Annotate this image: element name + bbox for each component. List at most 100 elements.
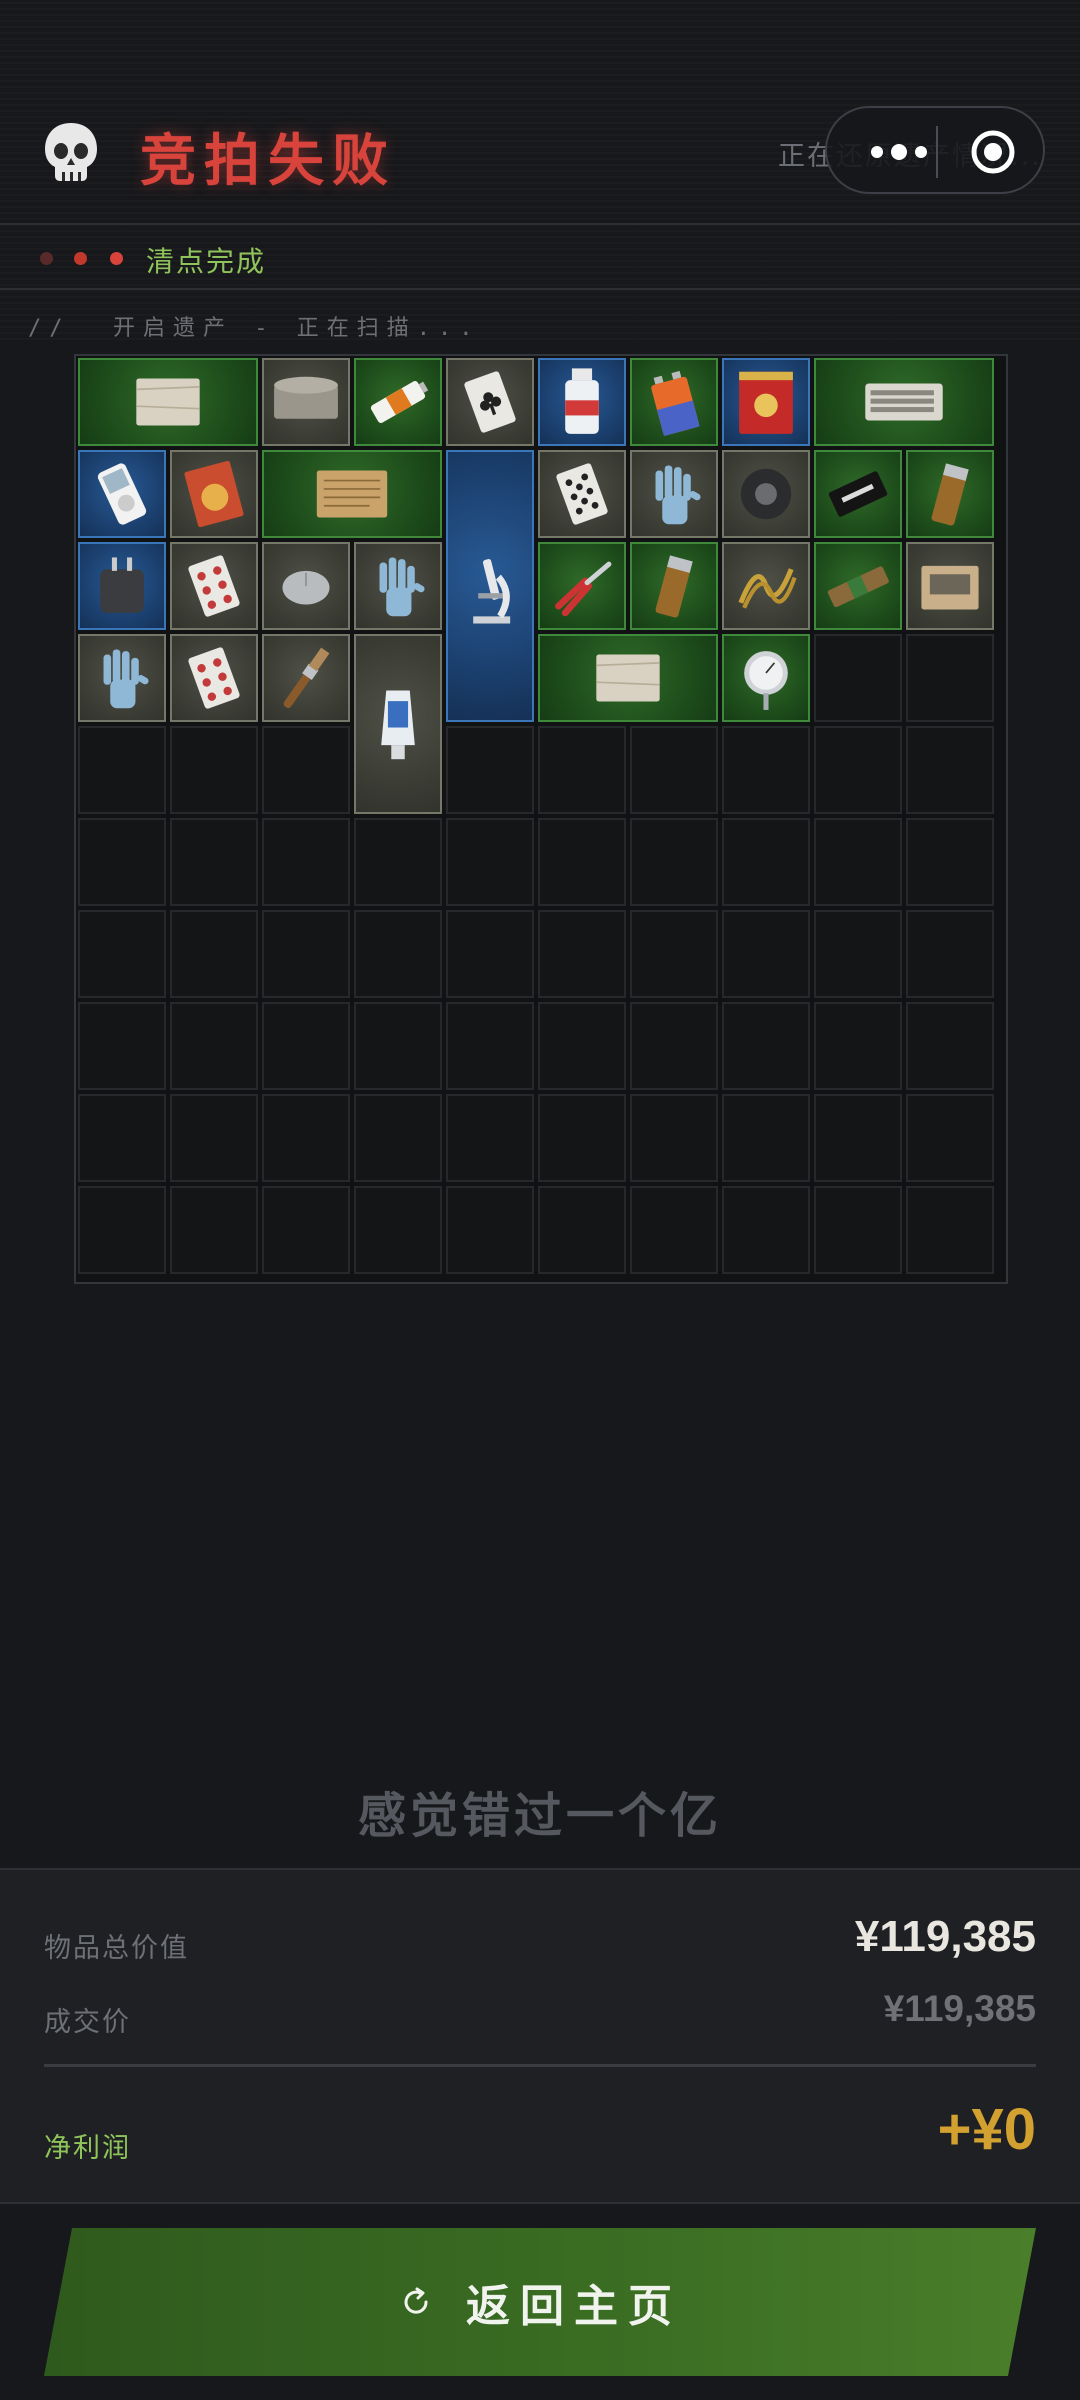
rope-icon xyxy=(738,568,797,609)
grid-cell xyxy=(538,1002,626,1090)
inventory-complete-label: 清点完成 xyxy=(146,245,267,278)
inventory-item-paper-scroll[interactable] xyxy=(538,634,718,722)
inventory-item-power-adapter[interactable] xyxy=(78,542,166,630)
value-summary: 物品总价值 ¥119,385 成交价 ¥119,385 净利润 +¥0 xyxy=(0,1868,1080,2204)
grid-cell xyxy=(722,1002,810,1090)
inventory-item-microscope[interactable] xyxy=(446,450,534,722)
grid-cell xyxy=(538,1094,626,1182)
mp3-player-icon xyxy=(97,463,147,525)
total-value-label: 物品总价值 xyxy=(44,1933,189,1964)
grid-cell xyxy=(354,1186,442,1274)
scan-status-text: // 开启遗产 - 正在扫描... xyxy=(28,316,481,341)
status-dot xyxy=(74,252,87,265)
inventory-item-mp3-player[interactable] xyxy=(78,450,166,538)
inventory-item-thermometer-gauge[interactable] xyxy=(722,634,810,722)
grid-cell xyxy=(78,910,166,998)
inventory-item-duct-tape[interactable] xyxy=(722,450,810,538)
inventory-item-playing-card-hearts[interactable] xyxy=(170,542,258,630)
mini-program-capsule xyxy=(825,106,1045,194)
inventory-item-playing-card-clubs[interactable] xyxy=(446,358,534,446)
grid-cell xyxy=(262,1002,350,1090)
grid-cell xyxy=(78,1186,166,1274)
inventory-item-rubber-glove[interactable] xyxy=(354,542,442,630)
inventory-item-rubber-glove[interactable] xyxy=(78,634,166,722)
return-home-button[interactable]: 返回主页 xyxy=(44,2228,1036,2376)
rubber-glove-icon xyxy=(379,557,425,617)
summary-divider xyxy=(44,2064,1036,2067)
inventory-item-rope[interactable] xyxy=(722,542,810,630)
rubber-glove-icon xyxy=(655,465,701,525)
inventory-item-lighter[interactable] xyxy=(630,542,718,630)
status-dot xyxy=(40,252,53,265)
grid-cell xyxy=(906,726,994,814)
inventory-item-battery-aa[interactable] xyxy=(354,358,442,446)
grid-cell xyxy=(906,634,994,722)
microscope-icon xyxy=(473,559,511,624)
more-dots-icon[interactable] xyxy=(863,138,943,166)
inventory-item-playing-card-hearts[interactable] xyxy=(170,634,258,722)
grid-cell xyxy=(906,818,994,906)
grid-cell xyxy=(722,910,810,998)
grid-cell xyxy=(446,1186,534,1274)
grid-cell xyxy=(538,910,626,998)
grid-cell xyxy=(262,910,350,998)
inventory-item-medicine-bottle[interactable] xyxy=(538,358,626,446)
capsule-divider xyxy=(936,126,938,178)
refresh-icon xyxy=(404,2287,428,2314)
status-dot xyxy=(110,252,123,265)
return-button-label: 返回主页 xyxy=(466,2281,682,2332)
cardboard-box-icon xyxy=(921,565,979,610)
noodle-pack-icon xyxy=(184,460,244,528)
paper-scroll-icon xyxy=(596,654,660,702)
return-button-content: 返回主页 xyxy=(44,2228,1036,2376)
grid-cell xyxy=(906,1002,994,1090)
inventory-item-card-pack-good-luck[interactable] xyxy=(814,450,902,538)
keyboard-icon xyxy=(865,383,943,421)
inventory-item-old-letter[interactable] xyxy=(262,450,442,538)
grid-cell xyxy=(630,1186,718,1274)
grid-cell xyxy=(814,818,902,906)
inventory-item-lighter[interactable] xyxy=(906,450,994,538)
inventory-item-rubber-glove[interactable] xyxy=(630,450,718,538)
grid-cell xyxy=(814,726,902,814)
grid-cell xyxy=(814,1094,902,1182)
grid-cell xyxy=(262,1094,350,1182)
toothpaste-tube-icon xyxy=(381,690,415,760)
grid-cell xyxy=(446,818,534,906)
energy-bar-icon xyxy=(827,566,889,608)
inventory-item-tea-tin[interactable] xyxy=(722,358,810,446)
grid-cell xyxy=(906,1186,994,1274)
inventory-item-playing-card-spades[interactable] xyxy=(538,450,626,538)
target-circle-icon[interactable] xyxy=(969,128,1017,176)
inventory-item-toothpaste-tube[interactable] xyxy=(354,634,442,814)
grid-cell xyxy=(814,910,902,998)
grid-cell xyxy=(630,1002,718,1090)
grid-cell xyxy=(170,1094,258,1182)
grid-cell xyxy=(354,818,442,906)
grid-cell xyxy=(722,1186,810,1274)
inventory-item-paint-brush[interactable] xyxy=(262,634,350,722)
page-title: 竞拍失败 xyxy=(140,129,396,194)
net-profit-value: +¥0 xyxy=(937,2097,1036,2162)
inventory-item-computer-mouse[interactable] xyxy=(262,542,350,630)
inventory-item-battery-9v[interactable] xyxy=(630,358,718,446)
grid-cell xyxy=(446,910,534,998)
grid-cell xyxy=(906,1094,994,1182)
inventory-item-tape-roll[interactable] xyxy=(262,358,350,446)
result-quote: 感觉错过一个亿 xyxy=(357,1788,722,1844)
inventory-item-energy-bar[interactable] xyxy=(814,542,902,630)
inventory-item-keyboard[interactable] xyxy=(814,358,994,446)
grid-cell xyxy=(354,1002,442,1090)
inventory-item-pliers[interactable] xyxy=(538,542,626,630)
lighter-icon xyxy=(931,463,969,526)
inventory-item-cardboard-box[interactable] xyxy=(906,542,994,630)
grid-cell xyxy=(630,726,718,814)
grid-cell xyxy=(262,726,350,814)
inventory-item-noodle-pack[interactable] xyxy=(170,450,258,538)
grid-cell xyxy=(814,1002,902,1090)
grid-cell xyxy=(170,910,258,998)
grid-cell xyxy=(170,818,258,906)
inventory-item-paper-scroll[interactable] xyxy=(78,358,258,446)
grid-cell xyxy=(78,818,166,906)
pliers-icon xyxy=(555,561,612,617)
